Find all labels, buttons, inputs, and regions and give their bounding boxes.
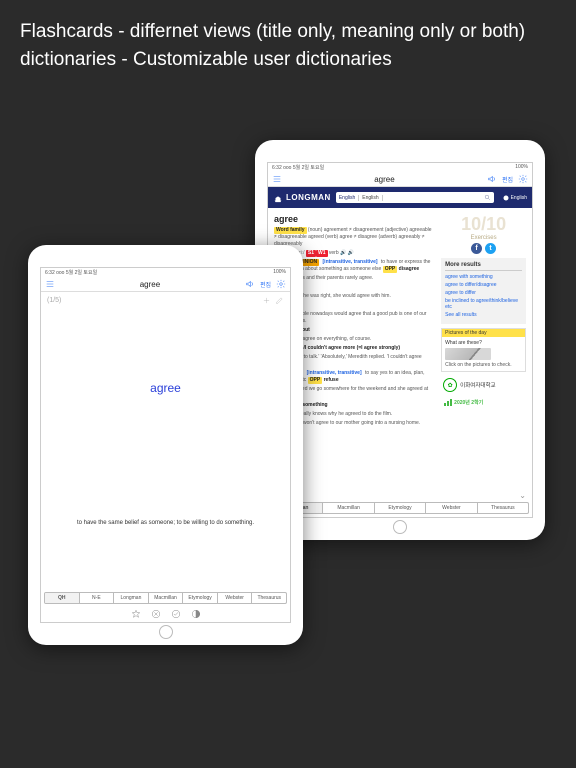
status-right: 100% (515, 164, 528, 171)
university-badge: ✿ (443, 378, 457, 392)
facebook-icon[interactable]: f (471, 243, 482, 254)
pod-image[interactable] (445, 348, 491, 360)
search-lang-to[interactable]: English (362, 195, 382, 201)
exercises-box[interactable]: 10/10 Exercises f t (441, 214, 526, 254)
tab-longman[interactable]: Longman (114, 593, 149, 603)
tab-etymology[interactable]: Etymology (375, 503, 426, 513)
more-results-title: More results (445, 262, 522, 271)
tab-webster[interactable]: Webster (426, 503, 477, 513)
flashcard-word: agree (41, 381, 290, 395)
social-icons: f t (441, 243, 526, 254)
more-link[interactable]: agree to differ/disagree (445, 282, 522, 288)
tab-qh[interactable]: QH (45, 593, 80, 603)
site-lang-text: English (511, 195, 527, 201)
twitter-icon[interactable]: t (485, 243, 496, 254)
home-button[interactable] (159, 625, 173, 639)
flashcard-definition: to have the same belief as someone; to b… (51, 520, 280, 526)
nav-bar: agree 편집 (41, 277, 290, 292)
chevron-down-icon[interactable]: ⌄ (519, 491, 526, 500)
flashcard-counter: (1/5) (47, 297, 61, 304)
pod-caption: Click on the pictures to check. (445, 362, 522, 368)
audio-icon[interactable] (487, 174, 497, 184)
flashcard-actions (41, 609, 290, 619)
status-bar: 6:32 ooo 5월 2일 토요일 100% (268, 163, 532, 172)
nav-bar: agree 편집 (268, 172, 532, 187)
menu-icon[interactable] (45, 279, 55, 289)
dictionary-body: agree Word family (noun) agreement ≠ dis… (268, 208, 532, 498)
pod-question: What are these? (445, 340, 522, 346)
dictionary-search[interactable]: English English (336, 192, 494, 203)
home-button[interactable] (393, 520, 407, 534)
tab-webster[interactable]: Webster (218, 593, 253, 603)
check-icon[interactable] (171, 609, 181, 619)
gear-icon[interactable] (518, 174, 528, 184)
site-lang[interactable]: English (503, 195, 527, 201)
close-icon[interactable] (151, 609, 161, 619)
nav-title: agree (374, 175, 394, 184)
more-link[interactable]: See all results (445, 312, 522, 318)
word-family: Word family (noun) agreement ≠ disagreem… (274, 227, 435, 248)
more-link[interactable]: agree with something (445, 274, 522, 280)
dictionary-tabs: Longman Macmillan Etymology Webster Thes… (271, 502, 529, 514)
nav-edit[interactable]: 편집 (502, 175, 513, 184)
longman-header: LONGMAN English English English (268, 187, 532, 208)
exercises-label: Exercises (441, 235, 526, 241)
star-icon[interactable] (131, 609, 141, 619)
exercises-score: 10/10 (441, 214, 526, 235)
caption-line-2: dictionaries - Customizable user diction… (20, 46, 556, 74)
more-link[interactable]: be inclined to agree/think/believe etc (445, 298, 522, 310)
university-ad[interactable]: ✿ 이화여자대학교 (441, 376, 526, 394)
flashcard-counter-row: (1/5) (41, 292, 290, 309)
caption-line-1: Flashcards - differnet views (title only… (20, 18, 556, 46)
headword: agree (274, 214, 435, 224)
bars-icon (444, 398, 452, 406)
tab-thesaurus[interactable]: Thesaurus (252, 593, 286, 603)
pod-header: Pictures of the day (442, 329, 525, 337)
status-bar: 6:32 ooo 5월 2일 토요일 100% (41, 268, 290, 277)
menu-icon[interactable] (272, 174, 282, 184)
tab-macmillan[interactable]: Macmillan (323, 503, 374, 513)
university-name: 이화여자대학교 (460, 381, 495, 389)
more-results: More results agree with something agree … (441, 258, 526, 324)
status-left: 6:32 ooo 5월 2일 토요일 (272, 164, 324, 171)
search-lang-from[interactable]: English (339, 195, 359, 201)
ipad-flashcards: 6:32 ooo 5월 2일 토요일 100% agree 편집 (1/5) a… (28, 245, 303, 645)
pictures-of-day: Pictures of the day What are these? Clic… (441, 328, 526, 372)
edit-icon[interactable] (275, 296, 284, 305)
sidebar-column: 10/10 Exercises f t More results agree w… (441, 214, 526, 498)
ship-icon (273, 193, 283, 203)
add-icon[interactable] (262, 296, 271, 305)
contrast-icon[interactable] (191, 609, 201, 619)
semester-text: 2020년 2학기 (454, 399, 483, 406)
promo-caption: Flashcards - differnet views (title only… (20, 18, 556, 73)
more-link[interactable]: agree to differ (445, 290, 522, 296)
status-right: 100% (273, 269, 286, 276)
longman-logo: LONGMAN (273, 193, 331, 203)
brand-text: LONGMAN (286, 193, 331, 202)
status-left: 6:32 ooo 5월 2일 토요일 (45, 269, 97, 276)
audio-icon[interactable] (245, 279, 255, 289)
flashcard-tabs: QH N-E Longman Macmillan Etymology Webst… (44, 592, 287, 604)
tab-thesaurus[interactable]: Thesaurus (478, 503, 528, 513)
tab-ne[interactable]: N-E (80, 593, 115, 603)
search-icon[interactable] (484, 194, 491, 201)
gear-icon[interactable] (276, 279, 286, 289)
tab-macmillan[interactable]: Macmillan (149, 593, 184, 603)
nav-title: agree (140, 280, 160, 289)
tab-etymology[interactable]: Etymology (183, 593, 218, 603)
nav-edit[interactable]: 편집 (260, 280, 271, 289)
